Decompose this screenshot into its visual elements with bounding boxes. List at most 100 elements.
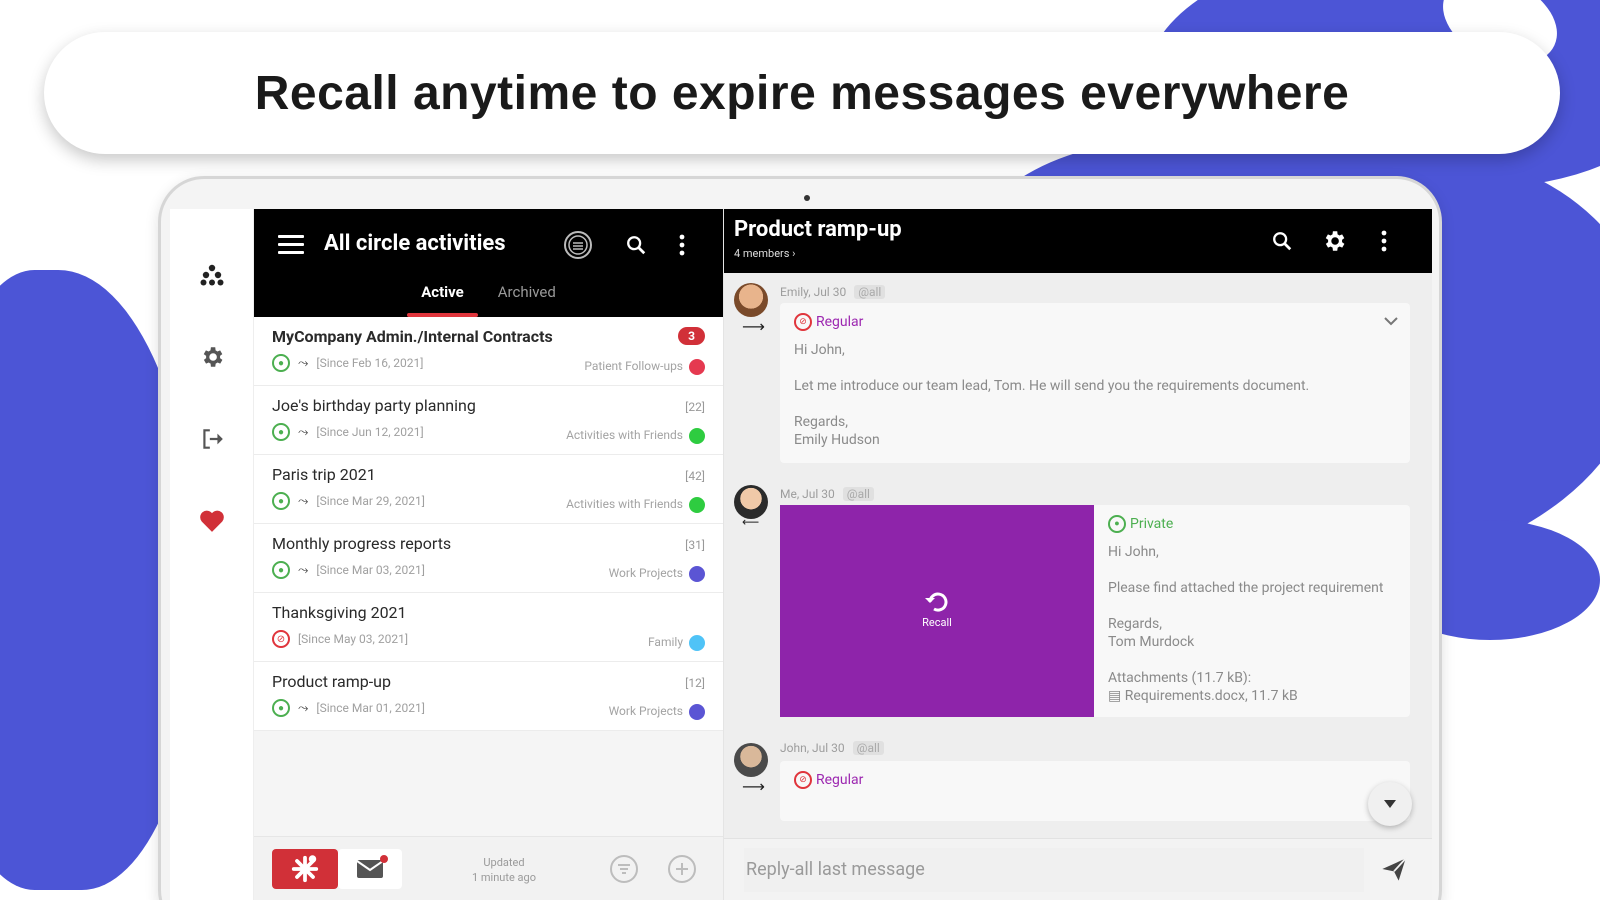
chat-title: Product ramp-up [734,217,902,242]
message-meta: Me, Jul 30 @all [780,487,874,501]
caret-down-icon [1384,800,1396,808]
unread-dot [380,854,388,863]
forward-arrow-icon: ⟶ [742,777,765,796]
avatar [734,743,768,777]
message-line: Please find attached the project require… [1108,580,1384,596]
chat-messages: ⟶ Emily, Jul 30 @all ⊘ Regular Hi John, Le… [724,273,1432,838]
category-dot [689,566,705,582]
activity-title: All circle activities [324,231,506,256]
lock-icon: ● [1108,515,1126,533]
heart-icon[interactable] [198,507,226,535]
menu-icon[interactable] [278,235,304,259]
chevron-down-icon[interactable] [1384,313,1398,331]
updated-status: Updated 1 minute ago [472,855,536,885]
list-item[interactable]: MyCompany Admin./Internal Contracts 3 ● ⤳ [S… [254,317,723,386]
message-meta: John, Jul 30 @all [780,741,884,755]
activity-name: MyCompany Admin./Internal Contracts [272,327,553,346]
privacy-icon: ● [272,423,290,441]
members-link[interactable]: 4 members › [734,247,795,260]
list-item[interactable]: Thanksgiving 2021 ⊘ [Since May 03, 2021] Fa… [254,593,723,662]
activity-name: Paris trip 2021 [272,465,376,484]
circle-filter-icon[interactable] [560,227,596,263]
message-meta: Emily, Jul 30 @all [780,285,886,299]
message-line: Hi John, [794,342,845,358]
message-body: ● Private Hi John, Please find attached t… [1108,515,1418,705]
message-line: Hi John, [1108,544,1159,560]
category-label: Family [648,635,683,649]
message-count: [22] [685,400,705,414]
list-item[interactable]: Joe's birthday party planning [22] ● ⤳ [Sinc… [254,386,723,455]
forward-icon: ⤳ [298,355,309,371]
search-icon[interactable] [618,227,654,263]
activity-panel: All circle activities Active Archived My… [254,209,724,900]
mail-button[interactable] [338,848,402,889]
reply-bar: Reply-all last message [724,838,1432,900]
category-dot [689,497,705,513]
message-card[interactable]: ⊘ Regular [780,761,1410,821]
no-screenshot-icon: ⊘ [272,630,290,648]
avatar [734,485,768,519]
send-icon[interactable] [1380,855,1408,887]
list-item[interactable]: Paris trip 2021 [42] ● ⤳ [Since Mar 29, 2021… [254,455,723,524]
tab-active[interactable]: Active [407,273,478,317]
since-date: [Since Mar 01, 2021] [316,701,425,715]
since-date: [Since Feb 16, 2021] [316,356,424,370]
file-icon: ▤ [1108,688,1125,704]
chat-search-icon[interactable] [1264,223,1300,259]
tablet-camera [804,195,810,201]
circles-icon[interactable] [198,261,226,289]
since-date: [Since May 03, 2021] [298,632,409,646]
forward-icon: ⤳ [298,493,309,509]
message-line: Tom Murdock [1108,634,1195,650]
recall-button[interactable]: Recall [780,505,1094,717]
message-count: [12] [685,676,705,690]
attachment-row[interactable]: ▤ Requirements.docx, 11.7 kB [1108,687,1418,705]
regular-tag: ⊘ Regular [794,771,1396,789]
tab-archived[interactable]: Archived [492,273,562,317]
privacy-icon: ● [272,561,290,579]
category-label: Activities with Friends [566,497,683,511]
message-line: Emily Hudson [794,432,880,448]
add-button[interactable] [668,855,696,883]
privacy-icon: ● [272,492,290,510]
gear-icon[interactable] [198,343,226,371]
private-tag: ● Private [1108,515,1418,533]
activity-name: Product ramp-up [272,672,391,691]
category-label: Patient Follow-ups [584,359,683,373]
activity-meta: ⊘ [Since May 03, 2021] [272,630,705,648]
activity-name: Monthly progress reports [272,534,452,553]
scroll-down-button[interactable] [1368,782,1412,826]
category-label: Work Projects [608,566,683,580]
category-dot [689,704,705,720]
chat-settings-icon[interactable] [1316,223,1352,259]
nav-rail [170,209,254,900]
updated-label: Updated [483,856,525,869]
filter-list-button[interactable] [610,855,638,883]
message-line: Regards, [794,414,849,430]
more-vert-icon[interactable] [664,227,700,263]
activity-footer: Updated 1 minute ago [254,836,723,900]
list-item[interactable]: Monthly progress reports [31] ● ⤳ [Since Mar… [254,524,723,593]
privacy-icon: ● [272,354,290,372]
message-card[interactable]: ⊘ Regular Hi John, Let me introduce our t… [780,303,1410,463]
no-screenshot-icon: ⊘ [794,771,812,789]
new-activity-button[interactable] [272,848,338,889]
no-screenshot-icon: ⊘ [794,313,812,331]
app-screen: All circle activities Active Archived My… [170,209,1432,900]
message-count: [42] [685,469,705,483]
headline-text: Recall anytime to expire messages everyw… [254,66,1350,120]
message-count: [31] [685,538,705,552]
category-dot [689,359,705,375]
recall-label: Recall [922,616,952,629]
category-dot [689,428,705,444]
activity-tabs: Active Archived [254,273,723,317]
forward-arrow-icon: ⟶ [742,317,765,336]
activity-name: Joe's birthday party planning [272,396,476,415]
chat-more-vert-icon[interactable] [1366,223,1402,259]
logout-icon[interactable] [198,425,226,453]
message-line: Regards, [1108,616,1163,632]
list-item[interactable]: Product ramp-up [12] ● ⤳ [Since Mar 01, 2021… [254,662,723,731]
since-date: [Since Mar 29, 2021] [316,494,425,508]
reply-input[interactable]: Reply-all last message [744,847,1364,892]
updated-time: 1 minute ago [472,871,536,884]
